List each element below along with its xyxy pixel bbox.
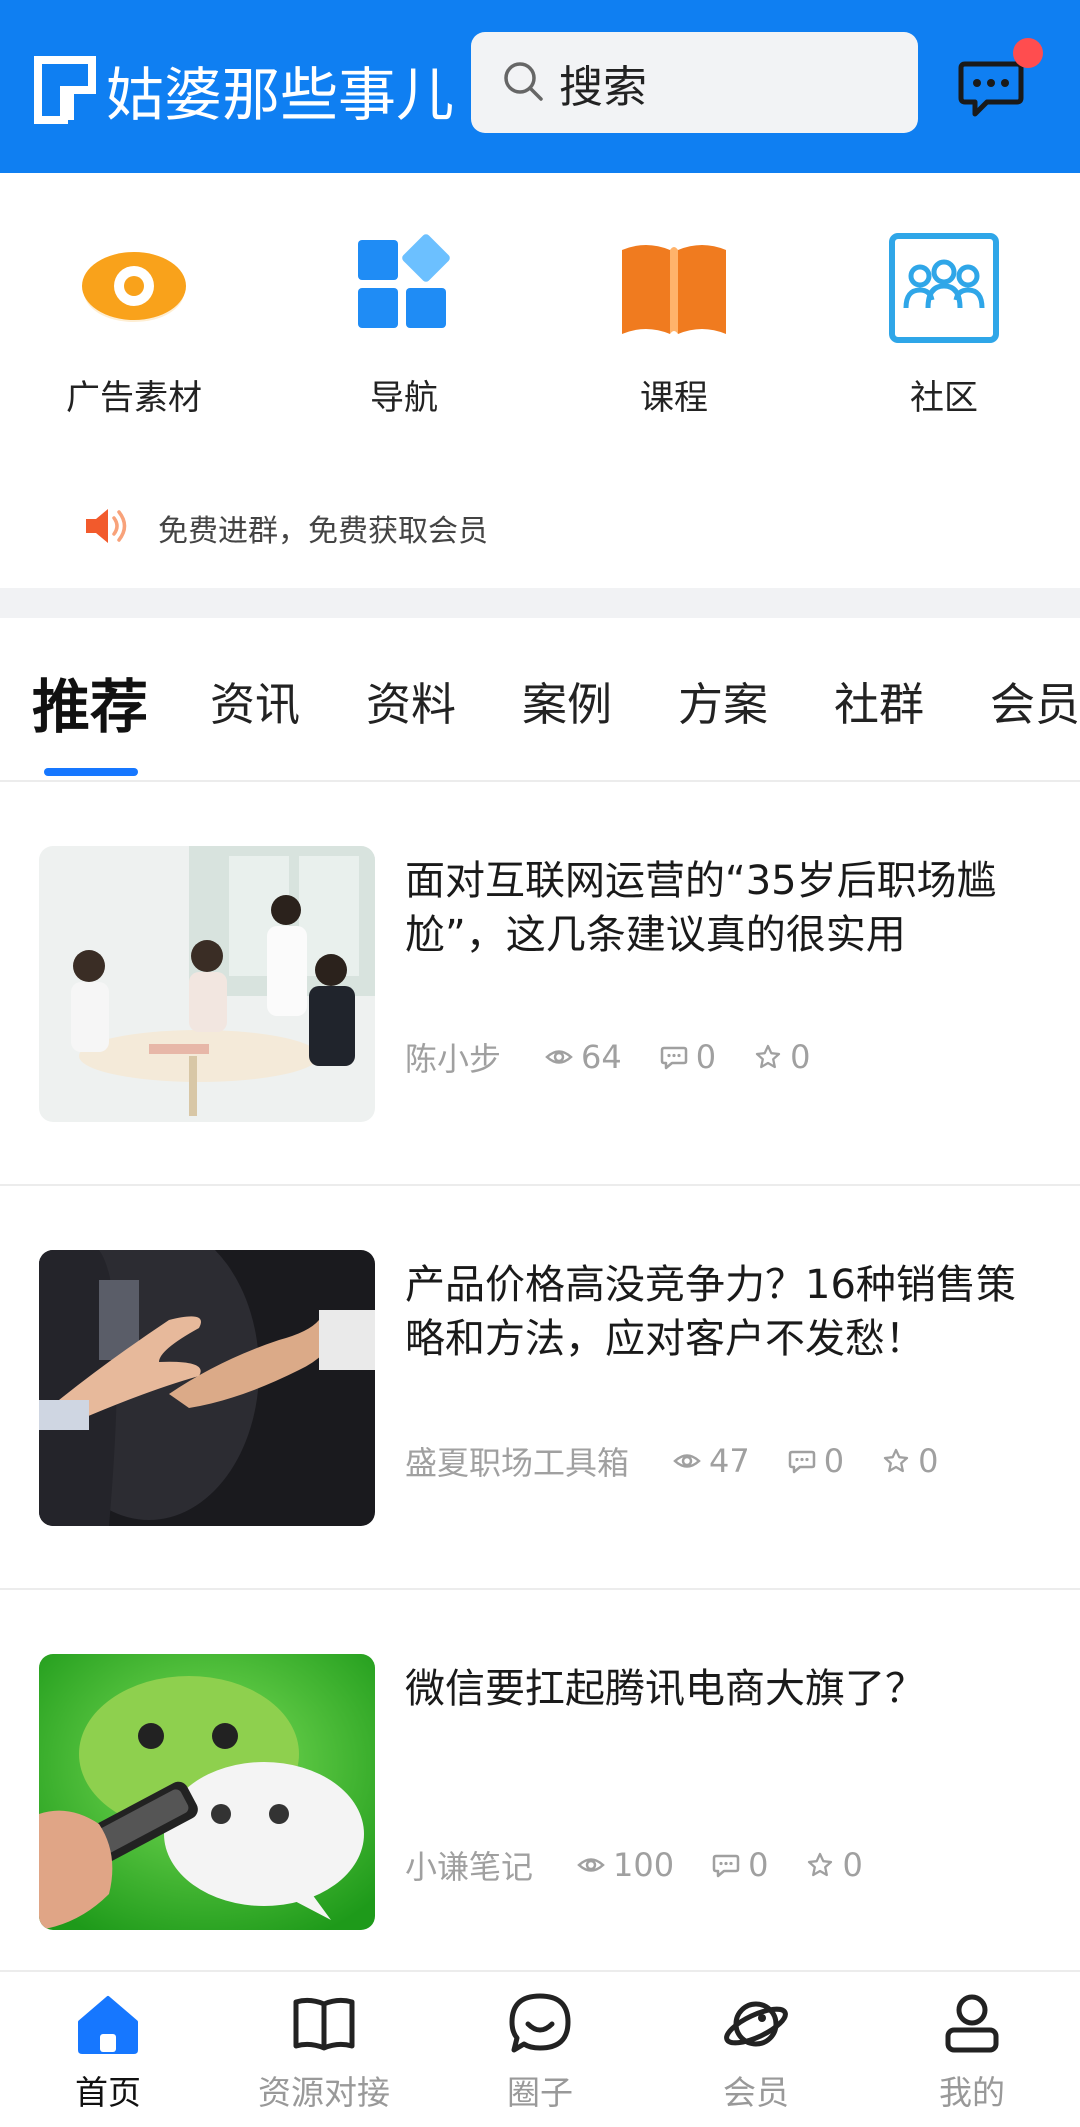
article-title: 面对互联网运营的“35岁后职场尴尬”，这几条建议真的很实用 xyxy=(405,858,997,958)
user-icon xyxy=(945,1994,999,2053)
favorites-stat: 0 xyxy=(882,1442,938,1480)
logo[interactable]: 姑婆那些事儿 xyxy=(34,50,454,130)
quick-link-label: 广告素材 xyxy=(66,378,202,418)
book-icon xyxy=(293,1997,355,2051)
chat-bubble-icon xyxy=(955,61,1027,128)
eye-icon xyxy=(74,228,194,348)
eye-icon xyxy=(577,1858,605,1872)
comment-icon xyxy=(712,1854,740,1878)
nav-label: 圈子 xyxy=(507,2073,573,2112)
nav-membership[interactable]: 会员 xyxy=(676,1990,836,2114)
favorites-stat: 0 xyxy=(806,1846,863,1884)
star-icon xyxy=(808,1852,833,1877)
search-icon xyxy=(501,59,545,107)
comments-stat: 0 xyxy=(712,1846,768,1884)
article-item[interactable]: 面对互联网运营的“35岁后职场尴尬”，这几条建议真的很实用 陈小步 64 0 0 xyxy=(0,782,1080,1186)
tab-resources[interactable]: 资料 xyxy=(366,668,456,733)
quick-links: 广告素材 导航 课程 社区 xyxy=(0,173,1080,463)
unread-badge xyxy=(1013,38,1043,68)
quick-link-label: 社区 xyxy=(910,378,978,418)
star-icon xyxy=(883,1448,909,1473)
nav-home[interactable]: 首页 xyxy=(28,1990,188,2114)
section-divider xyxy=(0,588,1080,618)
quick-link-courses[interactable]: 课程 xyxy=(574,228,774,419)
comments-count: 0 xyxy=(748,1846,769,1884)
article-item[interactable]: 微信要扛起腾讯电商大旗了？ 小谦笔记 100 0 0 xyxy=(0,1590,1080,1970)
article-author: 陈小步 xyxy=(405,1040,502,1078)
quick-link-label: 导航 xyxy=(370,378,438,418)
comments-stat: 0 xyxy=(788,1442,844,1480)
article-meta: 陈小步 64 0 0 xyxy=(405,1032,848,1082)
views-count: 64 xyxy=(581,1038,622,1076)
bottom-nav: 首页 资源对接 圈子 会员 我的 xyxy=(0,1970,1080,2127)
nav-label: 首页 xyxy=(75,2073,141,2112)
search-placeholder: 搜索 xyxy=(559,61,647,113)
logo-mark-icon xyxy=(34,54,100,126)
tab-membership[interactable]: 会员 xyxy=(990,668,1080,733)
eye-icon xyxy=(673,1454,701,1468)
active-tab-indicator xyxy=(44,768,138,776)
quick-link-label: 课程 xyxy=(640,378,708,418)
home-icon xyxy=(78,1996,138,2054)
article-author: 盛夏职场工具箱 xyxy=(405,1444,630,1482)
nav-profile[interactable]: 我的 xyxy=(892,1990,1052,2114)
article-thumbnail xyxy=(39,1250,375,1526)
favorites-count: 0 xyxy=(842,1846,863,1884)
article-author: 小谦笔记 xyxy=(405,1848,534,1886)
article-thumbnail xyxy=(39,1654,375,1930)
article-title: 产品价格高没竞争力？16种销售策略和方法，应对客户不发愁！ xyxy=(405,1262,1016,1362)
article-title: 微信要扛起腾讯电商大旗了？ xyxy=(405,1666,925,1712)
logo-text: 姑婆那些事儿 xyxy=(106,61,455,129)
tab-recommend[interactable]: 推荐 xyxy=(32,660,148,744)
comments-stat: 0 xyxy=(660,1038,716,1076)
top-bar: 姑婆那些事儿 搜索 xyxy=(0,0,1080,173)
nav-circle[interactable]: 圈子 xyxy=(460,1990,620,2114)
notice-bar[interactable]: 免费进群，免费获取会员 xyxy=(84,500,488,556)
tab-cases[interactable]: 案例 xyxy=(522,668,612,733)
quick-link-community[interactable]: 社区 xyxy=(844,228,1044,419)
nav-label: 资源对接 xyxy=(258,2073,390,2112)
nav-resources[interactable]: 资源对接 xyxy=(244,1990,404,2114)
community-people-icon xyxy=(884,228,1004,348)
app-root: 姑婆那些事儿 搜索 广告素材 导航 课程 社区 免费进群，免费获取会员 推荐 资… xyxy=(0,0,1080,2127)
favorites-count: 0 xyxy=(790,1038,811,1076)
views-stat: 47 xyxy=(673,1442,750,1480)
notice-text: 免费进群，免费获取会员 xyxy=(158,514,488,549)
quick-link-ad-materials[interactable]: 广告素材 xyxy=(34,228,234,419)
tab-news[interactable]: 资讯 xyxy=(210,668,300,733)
grid-apps-icon xyxy=(344,228,464,348)
article-meta: 盛夏职场工具箱 47 0 0 xyxy=(405,1436,976,1486)
article-item[interactable]: 产品价格高没竞争力？16种销售策略和方法，应对客户不发愁！ 盛夏职场工具箱 47… xyxy=(0,1186,1080,1590)
planet-icon xyxy=(724,2001,788,2047)
tab-solutions[interactable]: 方案 xyxy=(678,668,768,733)
views-count: 100 xyxy=(613,1846,675,1884)
comments-count: 0 xyxy=(823,1442,845,1480)
chat-smile-icon xyxy=(509,1993,571,2053)
favorites-stat: 0 xyxy=(754,1038,810,1076)
tab-groups[interactable]: 社群 xyxy=(834,668,924,733)
comment-icon xyxy=(660,1046,687,1070)
comments-count: 0 xyxy=(695,1038,717,1076)
eye-icon xyxy=(545,1050,573,1064)
nav-label: 会员 xyxy=(723,2073,789,2112)
quick-link-navigation[interactable]: 导航 xyxy=(304,228,504,419)
star-icon xyxy=(755,1044,781,1069)
category-tabs: 推荐 资讯 资料 案例 方案 社群 会员 xyxy=(0,618,1080,782)
views-stat: 64 xyxy=(545,1038,622,1076)
comment-icon xyxy=(788,1450,815,1474)
search-input[interactable]: 搜索 xyxy=(471,32,918,133)
nav-label: 我的 xyxy=(939,2073,1005,2112)
article-meta: 小谦笔记 100 0 0 xyxy=(405,1840,901,1890)
views-stat: 100 xyxy=(577,1846,674,1884)
article-thumbnail xyxy=(39,846,375,1122)
speaker-icon xyxy=(84,506,130,550)
views-count: 47 xyxy=(709,1442,750,1480)
open-book-icon xyxy=(614,228,734,348)
favorites-count: 0 xyxy=(918,1442,939,1480)
